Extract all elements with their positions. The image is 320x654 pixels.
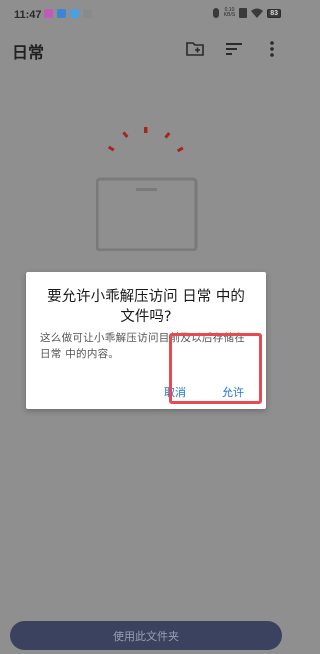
app-notification-icon: [83, 9, 92, 18]
new-folder-icon[interactable]: [185, 39, 205, 59]
status-right: 0.10 KB/S 83: [212, 8, 281, 18]
sim-icon: [239, 8, 248, 18]
empty-folder-illustration: [96, 127, 198, 251]
allow-button-highlight: [169, 333, 262, 404]
notification-icons: [44, 9, 92, 18]
app-notification-icon: [70, 9, 79, 18]
network-speed-unit: KB/S: [223, 12, 236, 18]
use-this-folder-button[interactable]: 使用此文件夹: [10, 621, 282, 650]
page-title: 日常: [12, 43, 45, 62]
status-bar: 11:47 0.10 KB/S 83: [0, 0, 291, 32]
wifi-icon: [251, 8, 264, 18]
status-time: 11:47: [14, 9, 42, 21]
app-notification-icon: [44, 9, 53, 18]
sort-icon[interactable]: [224, 39, 244, 59]
dialog-title: 要允许小乖解压访问 日常 中的文件吗?: [47, 289, 245, 325]
alarm-icon: [212, 8, 219, 18]
more-icon[interactable]: [262, 39, 282, 59]
battery-indicator: 83: [267, 8, 281, 18]
use-this-folder-label: 使用此文件夹: [113, 629, 179, 643]
app-notification-icon: [57, 9, 66, 18]
network-speed: 0.10 KB/S: [224, 8, 235, 18]
app-bar: 日常: [0, 32, 291, 66]
